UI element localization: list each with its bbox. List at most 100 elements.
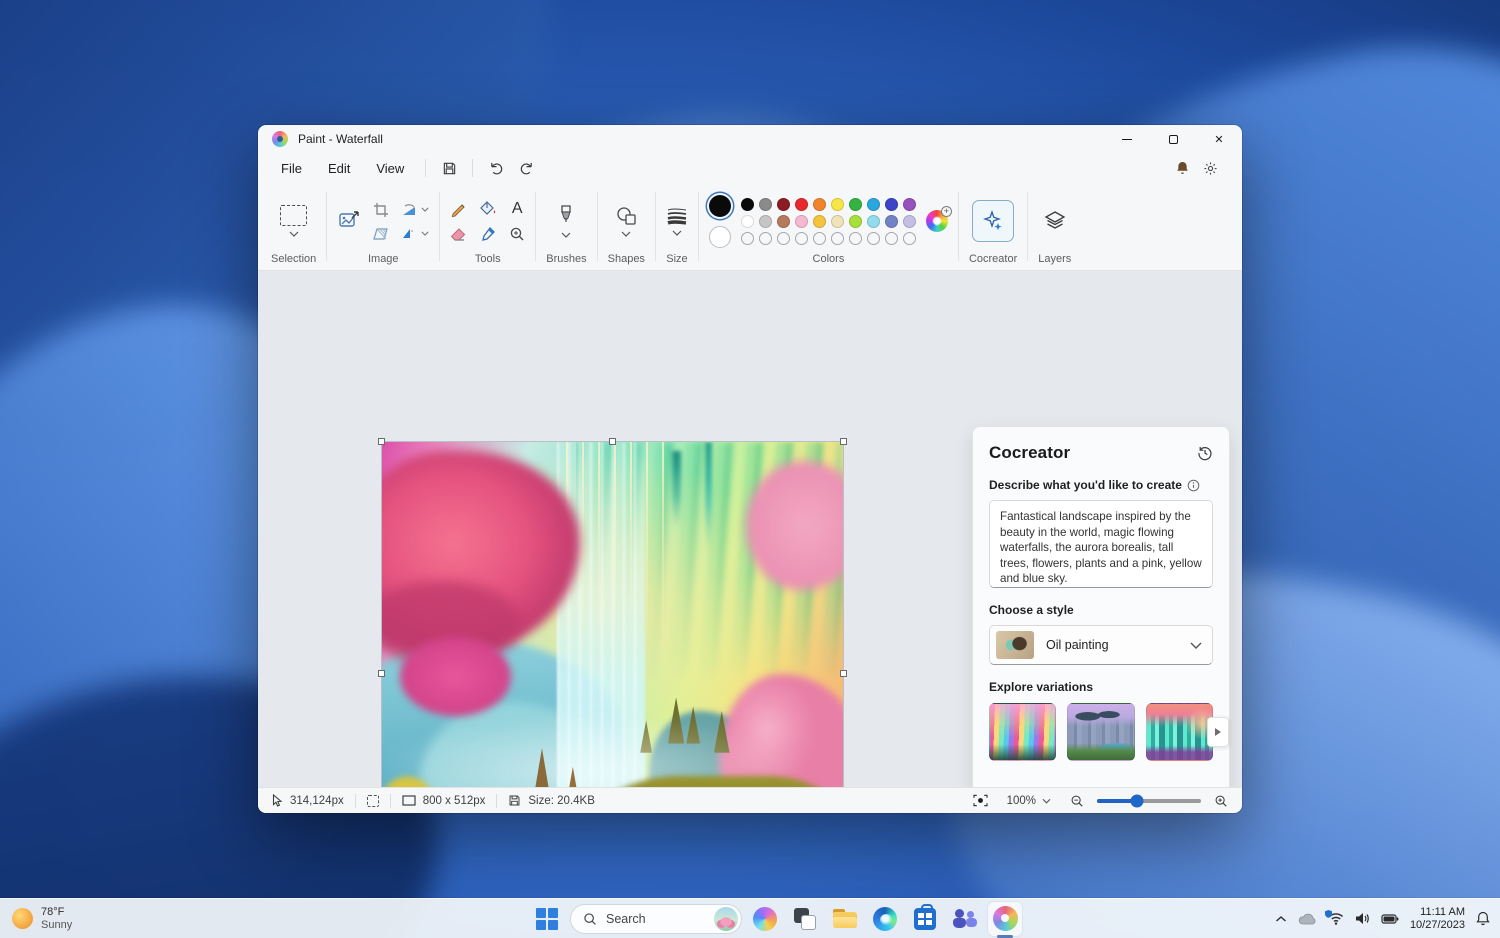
- color-swatch[interactable]: [812, 197, 826, 211]
- maximize-button[interactable]: [1150, 125, 1196, 153]
- info-icon[interactable]: [1187, 479, 1200, 492]
- redo-button[interactable]: [511, 156, 541, 180]
- selection-tool[interactable]: [280, 205, 308, 226]
- taskbar-store-button[interactable]: [908, 902, 942, 936]
- color-swatch[interactable]: [812, 214, 826, 228]
- background-color-swatch[interactable]: [708, 225, 731, 248]
- chevron-down-icon[interactable]: [421, 207, 429, 212]
- pencil-icon[interactable]: [450, 200, 467, 217]
- magnifier-icon[interactable]: [509, 226, 525, 242]
- taskbar-paint-button[interactable]: [988, 901, 1022, 938]
- color-swatch[interactable]: [740, 231, 754, 245]
- color-swatch[interactable]: [758, 214, 772, 228]
- titlebar[interactable]: Paint - Waterfall ✕: [258, 125, 1242, 153]
- color-swatch[interactable]: [902, 231, 916, 245]
- prompt-input[interactable]: Fantastical landscape inspired by the be…: [989, 500, 1213, 588]
- taskbar-teams-button[interactable]: [948, 902, 982, 936]
- zoom-level-dropdown[interactable]: 100%: [1001, 793, 1057, 809]
- taskbar-copilot-button[interactable]: [748, 902, 782, 936]
- close-button[interactable]: ✕: [1196, 125, 1242, 153]
- menu-edit[interactable]: Edit: [315, 157, 363, 180]
- eyedropper-icon[interactable]: [480, 226, 496, 242]
- eraser-icon[interactable]: [450, 227, 467, 242]
- wifi-indicator[interactable]: [1324, 910, 1344, 925]
- style-dropdown[interactable]: Oil painting: [989, 625, 1213, 665]
- weather-widget[interactable]: 78°F Sunny: [12, 899, 72, 938]
- taskbar-taskview-button[interactable]: [788, 902, 822, 936]
- history-icon[interactable]: [1197, 445, 1213, 461]
- notification-bell-icon[interactable]: [1476, 911, 1490, 926]
- brush-icon[interactable]: [558, 204, 574, 227]
- menu-view[interactable]: View: [363, 157, 417, 180]
- zoom-slider[interactable]: [1097, 794, 1201, 807]
- color-swatch[interactable]: [884, 231, 898, 245]
- rotate-icon[interactable]: [401, 203, 418, 217]
- bell-icon[interactable]: [1176, 161, 1189, 175]
- color-swatch[interactable]: [830, 214, 844, 228]
- fit-screen-icon[interactable]: [972, 794, 988, 807]
- color-swatch[interactable]: [848, 231, 862, 245]
- variation-thumbnail-2[interactable]: [1067, 703, 1135, 761]
- start-button[interactable]: [530, 902, 564, 936]
- foreground-color-swatch[interactable]: [708, 194, 731, 217]
- resize-image-icon[interactable]: [337, 209, 361, 233]
- color-swatch[interactable]: [866, 231, 880, 245]
- color-swatch[interactable]: [812, 231, 826, 245]
- cloud-icon[interactable]: [1298, 912, 1317, 925]
- color-swatch[interactable]: [848, 197, 862, 211]
- color-swatch[interactable]: [884, 197, 898, 211]
- color-swatch[interactable]: [758, 197, 772, 211]
- fill-icon[interactable]: [479, 200, 497, 217]
- cocreator-button[interactable]: [972, 200, 1015, 242]
- volume-icon[interactable]: [1355, 912, 1370, 925]
- minimize-button[interactable]: [1104, 125, 1150, 153]
- color-swatch[interactable]: [902, 214, 916, 228]
- selection-handle[interactable]: [378, 438, 385, 445]
- line-size-icon[interactable]: [666, 207, 688, 225]
- color-swatch[interactable]: [830, 197, 844, 211]
- edit-colors-button[interactable]: +: [925, 206, 952, 232]
- next-variations-button[interactable]: [1207, 717, 1229, 747]
- color-swatch[interactable]: [776, 231, 790, 245]
- zoom-in-icon[interactable]: [1214, 794, 1228, 808]
- undo-button[interactable]: [481, 156, 511, 180]
- selection-handle[interactable]: [378, 670, 385, 677]
- color-swatch[interactable]: [794, 231, 808, 245]
- zoom-slider-thumb[interactable]: [1130, 794, 1144, 807]
- color-swatch[interactable]: [794, 214, 808, 228]
- selection-handle[interactable]: [840, 670, 847, 677]
- chevron-up-icon[interactable]: [1275, 915, 1287, 923]
- variation-thumbnail-3[interactable]: [1145, 703, 1213, 761]
- lotus-icon[interactable]: [714, 906, 738, 931]
- chevron-down-icon[interactable]: [561, 232, 571, 238]
- shapes-icon[interactable]: [615, 206, 637, 226]
- text-icon[interactable]: A: [512, 200, 523, 217]
- color-swatch[interactable]: [902, 197, 916, 211]
- chevron-down-icon[interactable]: [621, 231, 631, 237]
- chevron-down-icon[interactable]: [289, 231, 299, 237]
- color-swatch[interactable]: [776, 214, 790, 228]
- chevron-down-icon[interactable]: [421, 231, 429, 236]
- color-swatch[interactable]: [866, 214, 880, 228]
- color-swatch[interactable]: [848, 214, 862, 228]
- color-swatch[interactable]: [866, 197, 880, 211]
- color-swatch[interactable]: [758, 231, 772, 245]
- color-swatch[interactable]: [794, 197, 808, 211]
- taskbar-explorer-button[interactable]: [828, 902, 862, 936]
- taskbar-edge-button[interactable]: [868, 902, 902, 936]
- chevron-down-icon[interactable]: [672, 230, 682, 236]
- crop-icon[interactable]: [373, 202, 389, 218]
- battery-icon[interactable]: [1381, 913, 1399, 924]
- selection-handle[interactable]: [840, 438, 847, 445]
- canvas-generated-artwork[interactable]: [381, 441, 844, 787]
- color-swatch[interactable]: [884, 214, 898, 228]
- color-swatch[interactable]: [740, 197, 754, 211]
- color-swatch[interactable]: [776, 197, 790, 211]
- variation-thumbnail-1[interactable]: [989, 703, 1057, 761]
- layers-icon[interactable]: [1043, 209, 1067, 233]
- save-button[interactable]: [434, 156, 464, 180]
- menu-file[interactable]: File: [268, 157, 315, 180]
- skew-icon[interactable]: [373, 227, 389, 241]
- search-box[interactable]: Search: [570, 903, 742, 934]
- selection-handle[interactable]: [608, 438, 616, 445]
